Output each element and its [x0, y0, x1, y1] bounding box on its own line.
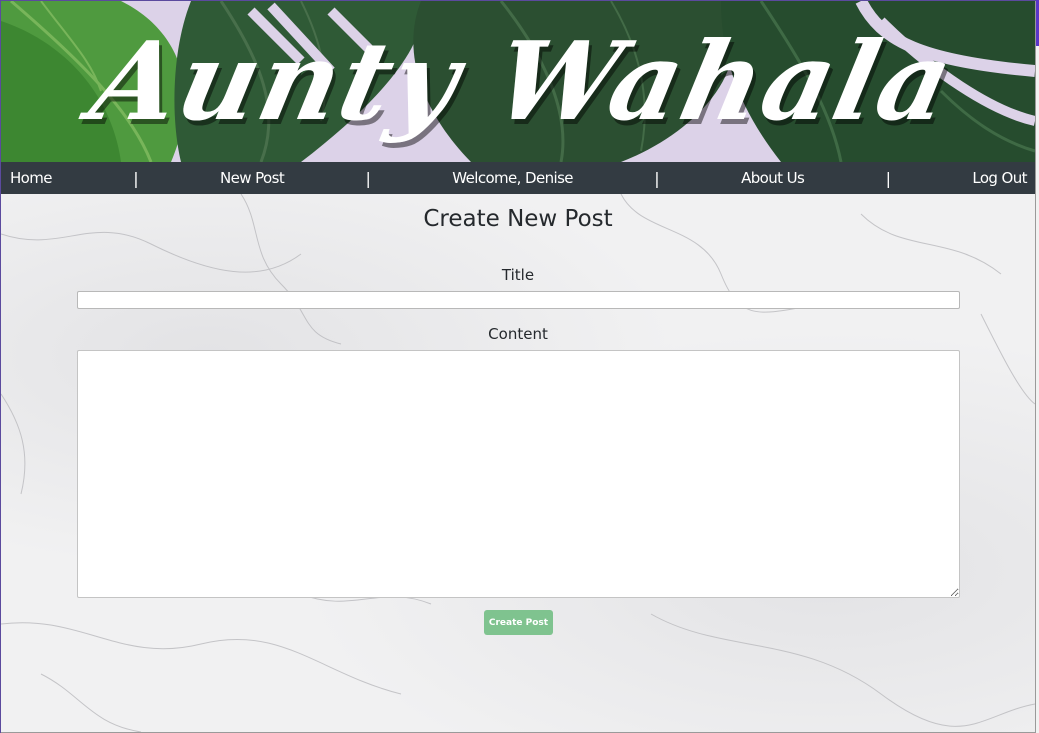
- nav-separator: |: [654, 168, 660, 188]
- nav-link-log-out[interactable]: Log Out: [972, 169, 1027, 187]
- browser-window: Aunty Wahala Home | New Post | Welcome, …: [1, 1, 1036, 733]
- site-title-logo: Aunty Wahala: [81, 18, 965, 145]
- content-textarea[interactable]: [77, 350, 960, 598]
- page-title: Create New Post: [423, 206, 613, 232]
- content-label: Content: [488, 325, 548, 343]
- nav-link-new-post[interactable]: New Post: [220, 169, 285, 187]
- main-navbar: Home | New Post | Welcome, Denise | Abou…: [1, 162, 1035, 194]
- nav-link-about-us[interactable]: About Us: [741, 169, 805, 187]
- create-post-button[interactable]: Create Post: [484, 610, 553, 635]
- nav-separator: |: [365, 168, 371, 188]
- nav-link-home[interactable]: Home: [10, 169, 53, 187]
- title-label: Title: [501, 266, 535, 284]
- title-input[interactable]: [77, 291, 960, 309]
- nav-separator: |: [885, 168, 891, 188]
- nav-link-welcome-user[interactable]: Welcome, Denise: [452, 169, 573, 187]
- site-banner: Aunty Wahala: [1, 1, 1035, 162]
- new-post-section: Create New Post Title Content Create Pos…: [1, 194, 1035, 732]
- nav-separator: |: [133, 168, 139, 188]
